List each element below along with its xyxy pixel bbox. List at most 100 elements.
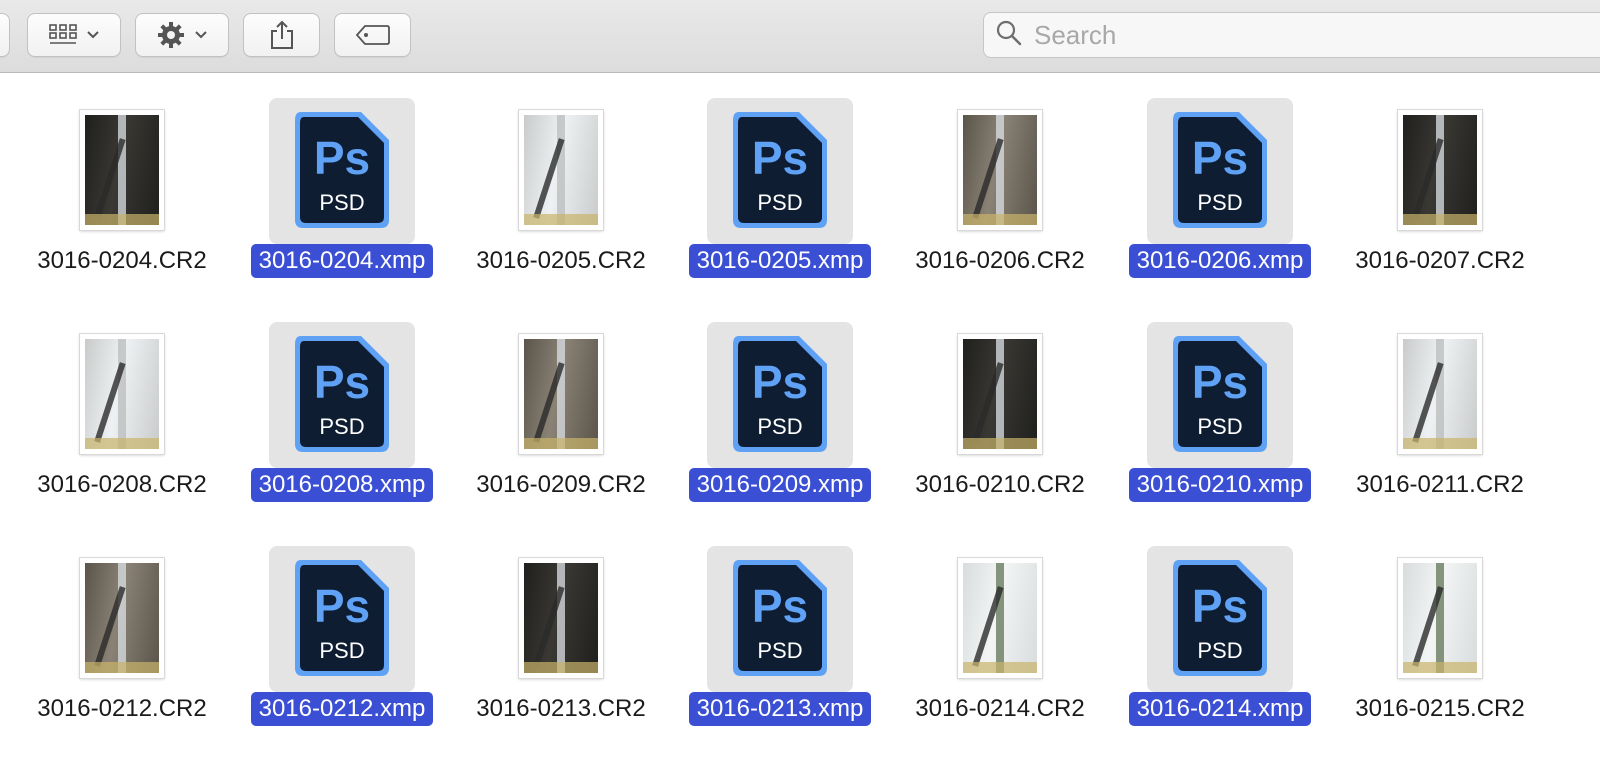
file-name-text: 3016-0204.CR2 — [37, 247, 207, 274]
share-button[interactable] — [243, 13, 320, 57]
file-name-label: 3016-0207.CR2 — [1328, 244, 1552, 278]
photo-thumbnail — [80, 558, 164, 678]
psd-file-icon: Ps PSD — [293, 558, 391, 678]
file-item-xmp[interactable]: Ps PSD 3016-0210.xmp — [1108, 308, 1332, 528]
ps-glyph: Ps — [752, 580, 808, 632]
photo-thumbnail — [958, 110, 1042, 230]
file-name-label: 3016-0212.CR2 — [10, 692, 234, 726]
ps-glyph: Ps — [314, 356, 370, 408]
file-name-text: 3016-0215.CR2 — [1355, 695, 1525, 722]
photo-thumbnail — [519, 558, 603, 678]
photo-thumbnail — [958, 558, 1042, 678]
file-item-cr2[interactable]: 3016-0207.CR2 — [1328, 84, 1552, 304]
search-field[interactable] — [983, 12, 1600, 58]
chevron-down-icon — [86, 30, 100, 40]
action-menu-button[interactable] — [135, 13, 229, 57]
file-item-xmp[interactable]: Ps PSD 3016-0205.xmp — [668, 84, 892, 304]
psd-type-label: PSD — [319, 638, 364, 663]
file-name-text: 3016-0209.CR2 — [476, 471, 646, 498]
search-input[interactable] — [1032, 18, 1596, 52]
psd-file-icon: Ps PSD — [731, 334, 829, 454]
psd-file-icon: Ps PSD — [1171, 334, 1269, 454]
file-item-cr2[interactable]: 3016-0213.CR2 — [449, 532, 673, 752]
file-item-cr2[interactable]: 3016-0210.CR2 — [888, 308, 1112, 528]
view-options-button[interactable] — [27, 13, 121, 57]
ps-glyph: Ps — [752, 132, 808, 184]
file-item-cr2[interactable]: 3016-0215.CR2 — [1328, 532, 1552, 752]
file-name-text: 3016-0213.CR2 — [476, 695, 646, 722]
gear-icon — [156, 20, 186, 50]
file-name-text: 3016-0212.CR2 — [37, 695, 207, 722]
file-name-text: 3016-0208.CR2 — [37, 471, 207, 498]
file-name-label: 3016-0209.xmp — [668, 468, 892, 502]
file-name-label: 3016-0209.CR2 — [449, 468, 673, 502]
file-item-cr2[interactable]: 3016-0204.CR2 — [10, 84, 234, 304]
ps-glyph: Ps — [314, 580, 370, 632]
file-item-xmp[interactable]: Ps PSD 3016-0204.xmp — [230, 84, 454, 304]
file-name-label: 3016-0205.CR2 — [449, 244, 673, 278]
photo-thumbnail — [519, 334, 603, 454]
file-name-label: 3016-0204.xmp — [230, 244, 454, 278]
file-item-cr2[interactable]: 3016-0212.CR2 — [10, 532, 234, 752]
file-name-label: 3016-0205.xmp — [668, 244, 892, 278]
finder-toolbar — [0, 0, 1600, 73]
psd-file-icon: Ps PSD — [1171, 558, 1269, 678]
tag-button[interactable] — [334, 13, 411, 57]
file-name-text: 3016-0211.CR2 — [1356, 471, 1524, 498]
file-name-text: 3016-0213.xmp — [688, 692, 872, 726]
share-icon — [269, 20, 295, 50]
psd-file-icon: Ps PSD — [1171, 110, 1269, 230]
psd-file-icon: Ps PSD — [293, 110, 391, 230]
psd-type-label: PSD — [757, 414, 802, 439]
file-name-label: 3016-0211.CR2 — [1328, 468, 1552, 502]
file-name-label: 3016-0206.xmp — [1108, 244, 1332, 278]
file-item-xmp[interactable]: Ps PSD 3016-0212.xmp — [230, 532, 454, 752]
file-item-cr2[interactable]: 3016-0206.CR2 — [888, 84, 1112, 304]
file-item-cr2[interactable]: 3016-0211.CR2 — [1328, 308, 1552, 528]
file-name-text: 3016-0208.xmp — [250, 468, 434, 502]
file-name-text: 3016-0212.xmp — [250, 692, 434, 726]
file-name-label: 3016-0204.CR2 — [10, 244, 234, 278]
file-name-text: 3016-0210.CR2 — [915, 471, 1085, 498]
file-name-label: 3016-0210.CR2 — [888, 468, 1112, 502]
psd-type-label: PSD — [757, 190, 802, 215]
file-name-text: 3016-0205.CR2 — [476, 247, 646, 274]
file-item-xmp[interactable]: Ps PSD 3016-0206.xmp — [1108, 84, 1332, 304]
back-button[interactable] — [0, 13, 10, 57]
file-name-label: 3016-0208.CR2 — [10, 468, 234, 502]
ps-glyph: Ps — [1192, 580, 1248, 632]
file-name-label: 3016-0206.CR2 — [888, 244, 1112, 278]
file-name-label: 3016-0208.xmp — [230, 468, 454, 502]
psd-type-label: PSD — [1197, 190, 1242, 215]
file-item-cr2[interactable]: 3016-0208.CR2 — [10, 308, 234, 528]
ps-glyph: Ps — [752, 356, 808, 408]
file-name-label: 3016-0215.CR2 — [1328, 692, 1552, 726]
file-item-cr2[interactable]: 3016-0214.CR2 — [888, 532, 1112, 752]
psd-file-icon: Ps PSD — [731, 110, 829, 230]
file-item-xmp[interactable]: Ps PSD 3016-0209.xmp — [668, 308, 892, 528]
file-name-text: 3016-0206.CR2 — [915, 247, 1085, 274]
file-name-label: 3016-0212.xmp — [230, 692, 454, 726]
photo-thumbnail — [80, 334, 164, 454]
photo-thumbnail — [1398, 334, 1482, 454]
file-icon-grid: 3016-0204.CR2 Ps PSD 3016-0204.xmp 3016-02… — [0, 72, 1600, 757]
grid-icon — [48, 23, 78, 47]
file-name-label: 3016-0210.xmp — [1108, 468, 1332, 502]
file-item-xmp[interactable]: Ps PSD 3016-0214.xmp — [1108, 532, 1332, 752]
file-name-text: 3016-0210.xmp — [1128, 468, 1312, 502]
file-item-cr2[interactable]: 3016-0205.CR2 — [449, 84, 673, 304]
ps-glyph: Ps — [1192, 356, 1248, 408]
file-item-xmp[interactable]: Ps PSD 3016-0208.xmp — [230, 308, 454, 528]
psd-file-icon: Ps PSD — [293, 334, 391, 454]
file-name-label: 3016-0214.xmp — [1108, 692, 1332, 726]
psd-file-icon: Ps PSD — [731, 558, 829, 678]
psd-type-label: PSD — [1197, 414, 1242, 439]
file-item-xmp[interactable]: Ps PSD 3016-0213.xmp — [668, 532, 892, 752]
psd-type-label: PSD — [319, 190, 364, 215]
file-name-text: 3016-0205.xmp — [688, 244, 872, 278]
search-icon — [996, 20, 1022, 51]
file-item-cr2[interactable]: 3016-0209.CR2 — [449, 308, 673, 528]
photo-thumbnail — [1398, 110, 1482, 230]
file-name-label: 3016-0213.xmp — [668, 692, 892, 726]
file-name-text: 3016-0214.CR2 — [915, 695, 1085, 722]
